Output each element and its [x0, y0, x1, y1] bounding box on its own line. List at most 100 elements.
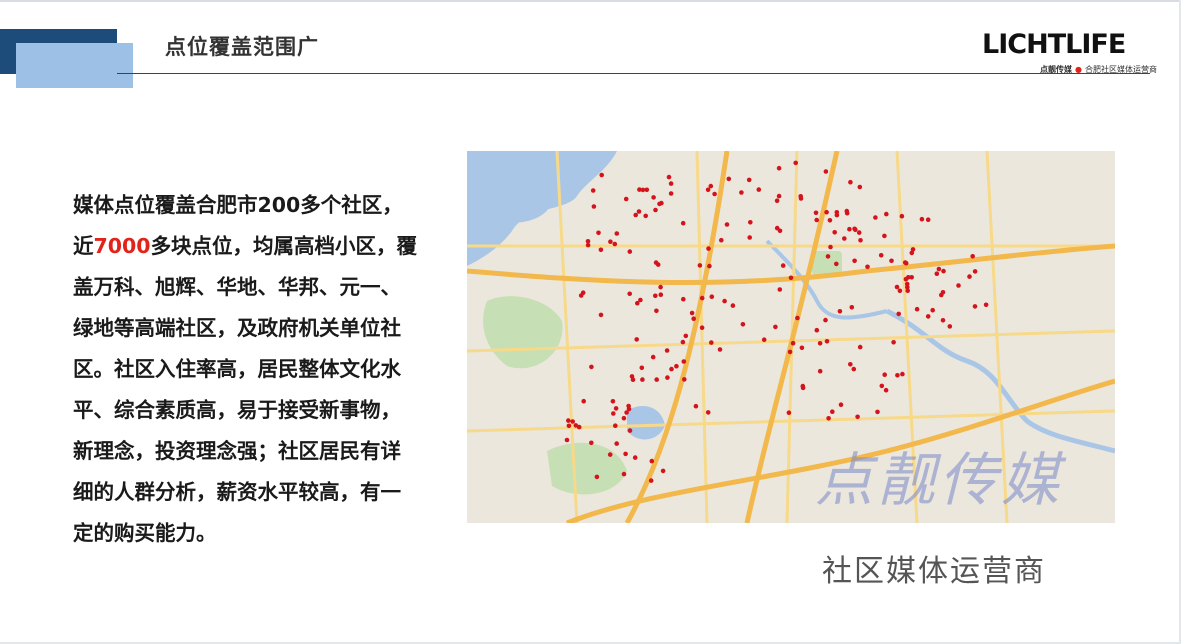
location-marker: [970, 254, 975, 259]
location-marker: [834, 212, 840, 218]
location-marker: [900, 371, 905, 377]
location-marker: [689, 310, 695, 316]
text-segment: 多块点位，均属高档小区，覆: [150, 234, 418, 258]
location-marker: [826, 416, 831, 421]
location-marker: [658, 292, 664, 297]
location-marker: [659, 200, 664, 206]
location-marker: [832, 230, 837, 235]
location-marker: [879, 383, 885, 389]
location-marker: [824, 339, 830, 344]
location-marker: [627, 291, 632, 297]
location-marker: [895, 373, 900, 378]
location-marker: [914, 306, 920, 312]
location-marker: [837, 309, 843, 314]
paragraph-line: 绿地等高端社区，及政府机关单位社: [73, 308, 445, 349]
logo-tag-rest: 合肥社区媒体运营商: [1084, 65, 1157, 74]
location-marker: [653, 207, 658, 213]
location-marker: [919, 216, 925, 222]
location-marker: [875, 409, 880, 415]
location-marker: [640, 187, 646, 193]
location-marker: [594, 474, 600, 480]
location-marker: [627, 249, 633, 254]
location-marker: [882, 233, 887, 239]
logo-letter: E: [1107, 29, 1126, 60]
location-marker: [610, 399, 616, 404]
location-marker: [897, 288, 903, 294]
location-marker: [633, 212, 638, 218]
location-marker: [630, 377, 636, 382]
location-marker: [851, 366, 857, 372]
location-marker: [666, 174, 672, 180]
text-segment: 细的人群分析，薪资水平较高，有一: [73, 480, 401, 504]
location-marker: [814, 327, 820, 333]
location-marker: [925, 217, 931, 222]
location-marker: [705, 410, 711, 415]
location-marker: [823, 317, 828, 323]
location-marker: [590, 188, 596, 193]
location-marker: [878, 253, 884, 258]
location-marker: [883, 387, 889, 393]
location-marker: [813, 210, 819, 216]
title-accent-light-block: [16, 43, 133, 88]
location-marker: [664, 348, 670, 353]
location-marker: [650, 354, 656, 360]
location-marker: [668, 181, 674, 186]
location-marker: [682, 377, 687, 382]
location-marker: [856, 230, 862, 235]
location-marker: [799, 345, 805, 351]
location-marker: [889, 258, 894, 264]
text-segment: 盖万科、旭辉、华地、华邦、元一、: [73, 275, 401, 299]
location-marker: [598, 312, 604, 318]
logo-letter: T: [1047, 29, 1066, 60]
location-marker: [681, 296, 686, 302]
location-marker: [852, 226, 857, 232]
location-marker: [627, 428, 633, 433]
location-marker: [591, 204, 597, 209]
location-marker: [824, 209, 829, 215]
location-marker: [858, 238, 863, 243]
text-segment: 平、综合素质高，易于接受新事物，: [73, 398, 401, 422]
location-marker: [972, 304, 978, 309]
location-marker: [623, 196, 629, 202]
location-marker: [566, 423, 572, 429]
location-marker: [683, 333, 689, 339]
location-marker: [936, 266, 942, 272]
location-marker: [776, 193, 782, 199]
location-marker: [896, 311, 901, 317]
location-marker: [614, 231, 620, 236]
location-marker: [640, 377, 645, 382]
location-marker: [581, 398, 586, 404]
brand-watermark: 点靓传媒: [815, 446, 1064, 514]
text-segment: 媒体点位覆盖合肥市200多个社区，: [73, 193, 403, 217]
text-segment: 近: [73, 234, 94, 258]
logo-letter: H: [1026, 29, 1049, 60]
location-marker: [739, 190, 744, 195]
park-south: [547, 442, 627, 495]
logo-letter: L: [1065, 29, 1082, 60]
location-marker: [855, 414, 860, 420]
location-marker: [697, 263, 703, 268]
logo-letter: F: [1090, 29, 1108, 60]
location-marker: [830, 409, 835, 415]
location-marker: [930, 307, 935, 313]
location-marker: [599, 172, 604, 178]
location-marker: [827, 218, 833, 223]
location-marker: [773, 324, 778, 330]
location-marker: [795, 315, 800, 321]
location-marker: [639, 365, 645, 371]
location-marker: [847, 226, 852, 232]
location-marker: [654, 377, 659, 382]
location-marker: [857, 344, 863, 350]
location-marker: [648, 478, 654, 483]
location-marker: [626, 403, 631, 409]
location-marker: [707, 263, 712, 269]
location-marker: [658, 284, 663, 290]
location-marker: [708, 183, 714, 189]
location-marker: [777, 228, 783, 234]
logo-tag-brand: 点靓传媒: [1040, 65, 1072, 74]
highlighted-number: 7000: [93, 234, 151, 258]
location-marker: [653, 293, 658, 299]
location-marker: [623, 451, 628, 457]
location-marker: [693, 403, 699, 409]
location-marker: [681, 359, 687, 364]
